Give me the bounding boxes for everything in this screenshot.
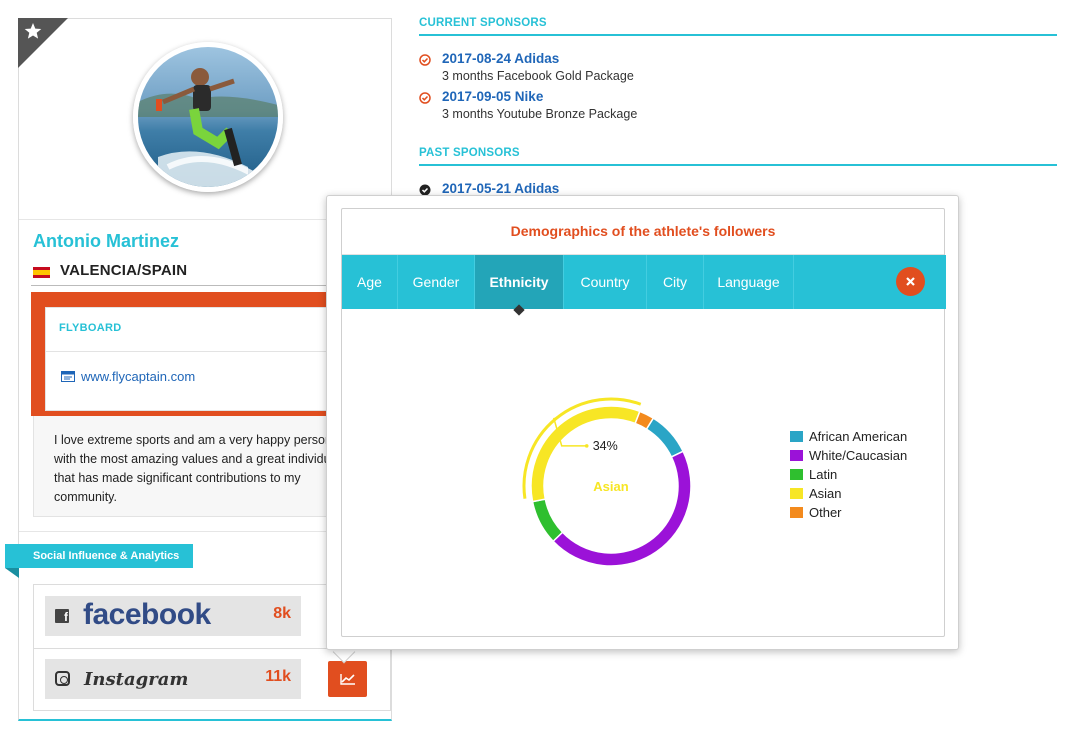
slice-latin[interactable]	[531, 498, 564, 543]
legend-swatch	[790, 507, 803, 518]
slice-african-american[interactable]	[645, 417, 685, 458]
tab-city[interactable]: City	[647, 255, 704, 309]
legend-label: Asian	[809, 486, 842, 501]
sponsor-title[interactable]: 2017-09-05 Nike	[442, 89, 543, 104]
ribbon-fold	[5, 568, 19, 578]
legend-item-african-american[interactable]: African American	[790, 427, 907, 446]
instagram-row[interactable]: Instagram 11k	[45, 659, 301, 699]
popup-title: Demographics of the athlete's followers	[510, 223, 776, 239]
legend-label: Other	[809, 505, 842, 520]
tab-age[interactable]: Age	[342, 255, 398, 309]
tab-language[interactable]: Language	[704, 255, 794, 309]
tab-ethnicity[interactable]: Ethnicity	[475, 255, 564, 309]
close-button[interactable]	[896, 267, 925, 296]
legend-item-white-caucasian[interactable]: White/Caucasian	[790, 446, 907, 465]
instagram-count: 11k	[265, 668, 291, 685]
facebook-count: 8k	[273, 605, 291, 622]
instagram-icon	[55, 671, 70, 686]
legend-label: African American	[809, 429, 908, 444]
spain-flag-icon	[33, 265, 50, 278]
facebook-row[interactable]: f facebook 8k	[45, 596, 301, 636]
legend-item-latin[interactable]: Latin	[790, 465, 907, 484]
center-label: Asian	[593, 479, 628, 494]
chart-legend: African American White/Caucasian Latin Asia…	[790, 427, 907, 522]
analytics-button[interactable]	[328, 661, 367, 697]
athlete-avatar	[133, 42, 283, 192]
sponsor-title[interactable]: 2017-08-24 Adidas	[442, 51, 559, 66]
legend-swatch	[790, 488, 803, 499]
data-label: 34%	[593, 439, 618, 453]
close-icon	[906, 277, 915, 286]
legend-label: Latin	[809, 467, 838, 482]
social-section-label: Social Influence & Analytics	[5, 544, 194, 568]
sponsor-package: 3 months Youtube Bronze Package	[442, 107, 638, 121]
demographics-popup: Demographics of the athlete's followers …	[326, 195, 959, 650]
check-circle-icon	[419, 54, 431, 66]
trend-chart-icon	[340, 674, 355, 685]
location-text: VALENCIA/SPAIN	[60, 262, 188, 279]
facebook-label: facebook	[83, 598, 211, 631]
label-dot	[584, 444, 589, 448]
favorite-star-icon[interactable]	[18, 18, 68, 68]
location: VALENCIA/SPAIN	[33, 262, 187, 279]
browser-icon	[61, 371, 75, 382]
website-link[interactable]: www.flycaptain.com	[61, 369, 195, 384]
popup-content: Demographics of the athlete's followers …	[341, 208, 946, 637]
legend-item-other[interactable]: Other	[790, 503, 907, 522]
tab-gender[interactable]: Gender	[398, 255, 475, 309]
sport-title: FLYBOARD	[59, 322, 122, 334]
athlete-name: Antonio Martinez	[33, 231, 179, 251]
legend-item-asian[interactable]: Asian	[790, 484, 907, 503]
sponsor-title[interactable]: 2017-05-21 Adidas	[442, 181, 559, 196]
bio-text: I love extreme sports and am a very happ…	[54, 433, 341, 504]
current-sponsors-title: CURRENT SPONSORS	[419, 17, 1057, 36]
legend-label: White/Caucasian	[809, 448, 908, 463]
check-circle-icon	[419, 92, 431, 104]
slice-white-caucasian[interactable]	[552, 450, 692, 567]
instagram-label: Instagram	[84, 669, 189, 690]
facebook-icon: f	[55, 609, 69, 624]
demographics-tabs: Age Gender Ethnicity Country City Langua…	[342, 255, 946, 309]
tab-country[interactable]: Country	[564, 255, 647, 309]
legend-swatch	[790, 431, 803, 442]
website-text[interactable]: www.flycaptain.com	[81, 369, 195, 384]
sponsor-package: 3 months Facebook Gold Package	[442, 69, 634, 83]
legend-swatch	[790, 469, 803, 480]
past-sponsors-title: PAST SPONSORS	[419, 147, 1057, 166]
legend-swatch	[790, 450, 803, 461]
